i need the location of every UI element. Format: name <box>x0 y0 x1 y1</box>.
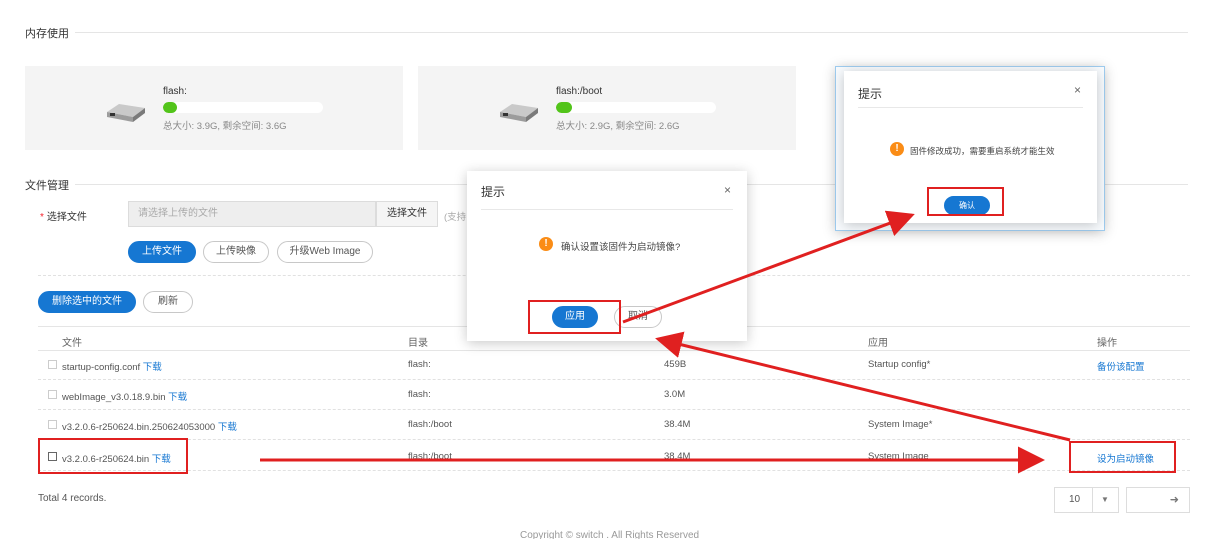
arrow-to-confirm-button <box>622 210 915 324</box>
annotation-arrows <box>260 210 1071 474</box>
arrow-to-apply-button <box>655 331 1071 442</box>
